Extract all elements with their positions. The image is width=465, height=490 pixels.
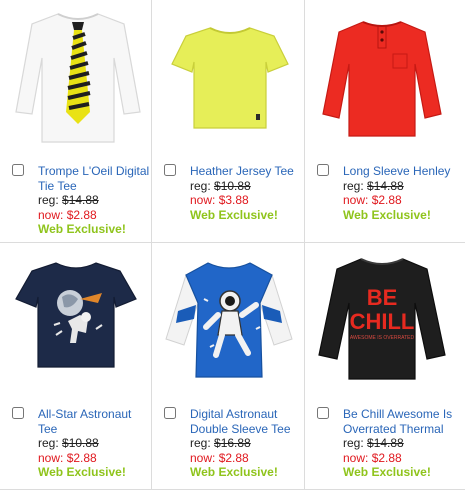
- product-info: Be Chill Awesome Is Overrated Thermal re…: [343, 407, 457, 480]
- product-name-link[interactable]: All-Star Astronaut Tee: [38, 407, 152, 436]
- compare-checkbox[interactable]: [12, 164, 24, 176]
- be-chill-tagline: AWESOME IS OVERRATED: [350, 335, 415, 341]
- product-image-black-thermal[interactable]: BE CHILL AWESOME IS OVERRATED: [305, 243, 457, 393]
- white-tee-icon: [15, 13, 141, 143]
- compare-checkbox[interactable]: [164, 164, 176, 176]
- navy-astronaut-tee-icon: [15, 262, 137, 368]
- product-image-white-tee[interactable]: [0, 0, 152, 150]
- product-card: BE CHILL AWESOME IS OVERRATED Be Chill A…: [305, 243, 457, 483]
- sale-price: now: $2.88: [343, 193, 402, 207]
- product-name-link[interactable]: Trompe L'Oeil Digital Tie Tee: [38, 164, 152, 193]
- web-exclusive-badge: Web Exclusive!: [190, 465, 278, 479]
- compare-checkbox[interactable]: [317, 407, 329, 419]
- product-name-link[interactable]: Long Sleeve Henley: [343, 164, 457, 179]
- product-card: Heather Jersey Tee reg: $10.88 now: $3.8…: [152, 0, 304, 240]
- product-info: Heather Jersey Tee reg: $10.88 now: $3.8…: [190, 164, 304, 222]
- product-image-navy-astronaut-tee[interactable]: [0, 243, 152, 393]
- black-thermal-icon: BE CHILL AWESOME IS OVERRATED: [318, 258, 446, 380]
- product-image-blue-astronaut-tee[interactable]: [152, 243, 304, 393]
- product-card: All-Star Astronaut Tee reg: $10.88 now: …: [0, 243, 152, 483]
- product-name-link[interactable]: Digital Astronaut Double Sleeve Tee: [190, 407, 304, 436]
- product-info: Trompe L'Oeil Digital Tie Tee reg: $14.8…: [38, 164, 152, 237]
- regular-price: reg: $10.88: [38, 436, 99, 450]
- product-card: Digital Astronaut Double Sleeve Tee reg:…: [152, 243, 304, 483]
- product-info: Long Sleeve Henley reg: $14.88 now: $2.8…: [343, 164, 457, 222]
- sale-price: now: $2.88: [190, 450, 249, 465]
- regular-price: reg: $10.88: [190, 178, 251, 193]
- product-name-link[interactable]: Be Chill Awesome Is Overrated Thermal: [343, 407, 457, 436]
- blue-astronaut-tee-icon: [165, 262, 293, 378]
- product-card: Trompe L'Oeil Digital Tie Tee reg: $14.8…: [0, 0, 152, 240]
- product-name-link[interactable]: Heather Jersey Tee: [190, 164, 304, 179]
- be-chill-line-1: BE: [367, 285, 398, 310]
- regular-price: reg: $14.88: [38, 193, 99, 207]
- web-exclusive-badge: Web Exclusive!: [343, 207, 431, 222]
- sale-price: now: $2.88: [343, 450, 402, 465]
- regular-price: reg: $16.88: [190, 436, 251, 450]
- product-image-yellow-tee[interactable]: [152, 0, 304, 150]
- product-card: Long Sleeve Henley reg: $14.88 now: $2.8…: [305, 0, 457, 240]
- product-info: All-Star Astronaut Tee reg: $10.88 now: …: [38, 407, 152, 480]
- product-grid: Trompe L'Oeil Digital Tie Tee reg: $14.8…: [0, 0, 465, 490]
- regular-price: reg: $14.88: [343, 178, 404, 193]
- yellow-tee-icon: [171, 27, 289, 129]
- red-henley-icon: [322, 21, 442, 137]
- sale-price: now: $2.88: [38, 207, 97, 222]
- sale-price: now: $3.88: [190, 193, 249, 207]
- web-exclusive-badge: Web Exclusive!: [38, 222, 126, 236]
- compare-checkbox[interactable]: [317, 164, 329, 176]
- web-exclusive-badge: Web Exclusive!: [343, 465, 431, 479]
- compare-checkbox[interactable]: [164, 407, 176, 419]
- web-exclusive-badge: Web Exclusive!: [190, 207, 278, 222]
- product-image-red-henley[interactable]: [305, 0, 457, 150]
- compare-checkbox[interactable]: [12, 407, 24, 419]
- regular-price: reg: $14.88: [343, 436, 404, 450]
- be-chill-line-2: CHILL: [350, 309, 415, 334]
- product-info: Digital Astronaut Double Sleeve Tee reg:…: [190, 407, 304, 480]
- web-exclusive-badge: Web Exclusive!: [38, 465, 126, 479]
- sale-price: now: $2.88: [38, 450, 97, 465]
